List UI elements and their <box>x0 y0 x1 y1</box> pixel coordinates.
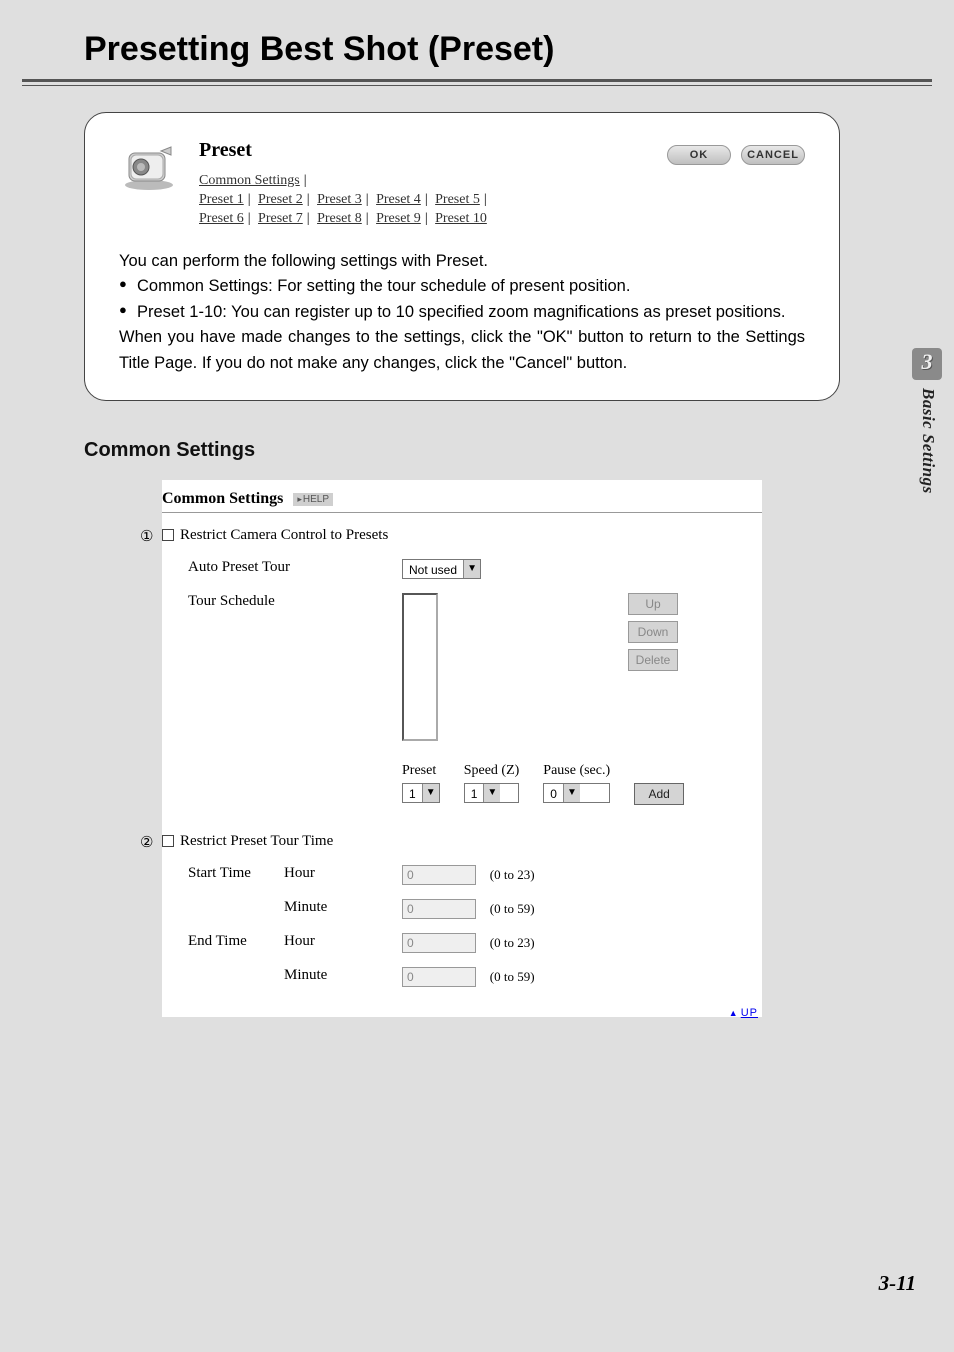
desc-bullet-2: Preset 1-10: You can register up to 10 s… <box>119 300 805 326</box>
description: You can perform the following settings w… <box>119 249 805 377</box>
link-preset-9[interactable]: Preset 9 <box>376 211 421 226</box>
desc-outro: When you have made changes to the settin… <box>119 325 805 376</box>
chevron-down-icon: ▼ <box>483 784 500 802</box>
chevron-down-icon: ▼ <box>563 784 580 802</box>
restrict-time-checkbox[interactable] <box>162 835 174 847</box>
end-hour-input[interactable] <box>402 933 476 953</box>
auto-tour-value: Not used <box>403 560 463 578</box>
up-button[interactable]: Up <box>628 593 678 615</box>
restrict-time-label: Restrict Preset Tour Time <box>180 833 333 850</box>
start-time-label: Start Time <box>188 865 284 882</box>
hour-label: Hour <box>284 865 315 882</box>
link-preset-8[interactable]: Preset 8 <box>317 211 362 226</box>
link-preset-5[interactable]: Preset 5 <box>435 192 480 207</box>
speed-param-label: Speed (Z) <box>464 763 520 779</box>
pause-select[interactable]: 0 ▼ <box>543 783 610 803</box>
tour-schedule-label: Tour Schedule <box>162 593 402 610</box>
preset-select[interactable]: 1 ▼ <box>402 783 440 803</box>
form-title: Common Settings <box>162 490 283 507</box>
tour-schedule-listbox[interactable] <box>402 593 438 741</box>
page-number: 3-11 <box>879 1271 916 1296</box>
end-time-label: End Time <box>188 933 284 950</box>
delete-button[interactable]: Delete <box>628 649 678 671</box>
cancel-button[interactable]: CANCEL <box>741 145 805 165</box>
minute-range: (0 to 59) <box>490 901 535 916</box>
link-preset-3[interactable]: Preset 3 <box>317 192 362 207</box>
camera-icon <box>119 139 181 191</box>
preset-param-label: Preset <box>402 763 440 779</box>
link-common-settings[interactable]: Common Settings <box>199 173 300 188</box>
link-preset-2[interactable]: Preset 2 <box>258 192 303 207</box>
desc-intro: You can perform the following settings w… <box>119 249 805 275</box>
common-settings-form: Common Settings HELP ① Restrict Camera C… <box>162 480 762 1017</box>
help-button[interactable]: HELP <box>293 493 333 506</box>
chevron-down-icon: ▼ <box>422 784 439 802</box>
up-link[interactable]: UP <box>729 1007 758 1019</box>
minute-range: (0 to 59) <box>490 969 535 984</box>
hour-range: (0 to 23) <box>490 867 535 882</box>
chapter-title: Basic Settings <box>918 388 938 494</box>
hour-label: Hour <box>284 933 315 950</box>
link-preset-10[interactable]: Preset 10 <box>435 211 487 226</box>
link-preset-7[interactable]: Preset 7 <box>258 211 303 226</box>
start-minute-input[interactable] <box>402 899 476 919</box>
chapter-tab: 3 Basic Settings <box>912 348 944 494</box>
link-preset-4[interactable]: Preset 4 <box>376 192 421 207</box>
marker-2: ② <box>140 833 158 851</box>
speed-select[interactable]: 1 ▼ <box>464 783 520 803</box>
down-button[interactable]: Down <box>628 621 678 643</box>
marker-1: ① <box>140 527 158 545</box>
end-minute-input[interactable] <box>402 967 476 987</box>
speed-value: 1 <box>465 784 484 802</box>
page-title: Presetting Best Shot (Preset) <box>0 0 954 79</box>
section-heading: Common Settings <box>84 439 840 462</box>
auto-tour-select[interactable]: Not used ▼ <box>402 559 481 579</box>
chapter-number: 3 <box>912 348 942 380</box>
hour-range: (0 to 23) <box>490 935 535 950</box>
ok-button[interactable]: OK <box>667 145 731 165</box>
divider <box>22 79 932 86</box>
restrict-control-checkbox[interactable] <box>162 529 174 541</box>
restrict-control-label: Restrict Camera Control to Presets <box>180 527 388 544</box>
chevron-down-icon: ▼ <box>463 560 480 578</box>
preset-panel: Preset Common Settings| Preset 1| Preset… <box>84 112 840 401</box>
pause-value: 0 <box>544 784 563 802</box>
minute-label: Minute <box>284 967 327 984</box>
start-hour-input[interactable] <box>402 865 476 885</box>
link-preset-6[interactable]: Preset 6 <box>199 211 244 226</box>
preset-value: 1 <box>403 784 422 802</box>
auto-tour-label: Auto Preset Tour <box>162 559 402 576</box>
desc-bullet-1: Common Settings: For setting the tour sc… <box>119 274 805 300</box>
minute-label: Minute <box>284 899 327 916</box>
link-preset-1[interactable]: Preset 1 <box>199 192 244 207</box>
pause-param-label: Pause (sec.) <box>543 763 610 779</box>
panel-title: Preset <box>199 139 667 162</box>
add-button[interactable]: Add <box>634 783 684 805</box>
preset-links: Common Settings| Preset 1| Preset 2| Pre… <box>199 172 667 229</box>
